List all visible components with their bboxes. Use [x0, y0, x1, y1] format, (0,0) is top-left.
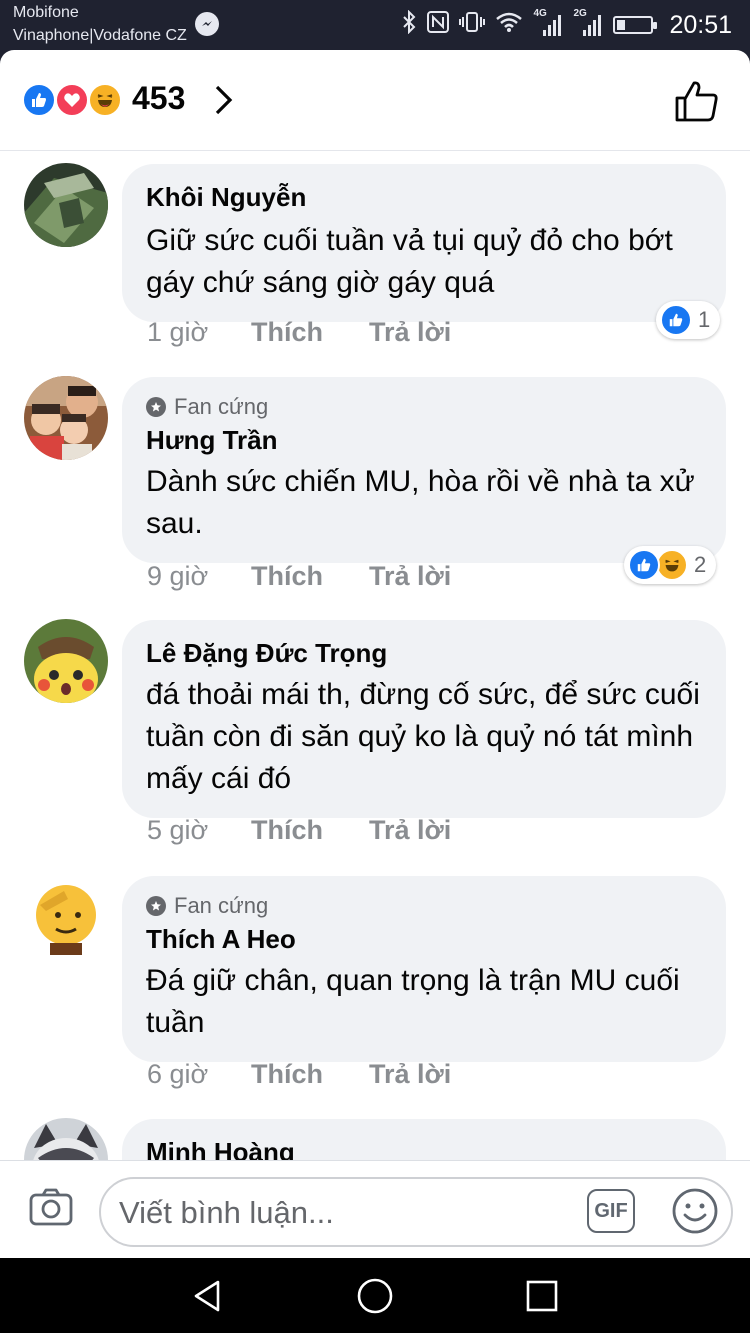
comment-composer: GIF — [0, 1160, 750, 1258]
comment-bubble[interactable]: Minh Hoàng — [122, 1119, 726, 1161]
comment-time[interactable]: 5 giờ — [147, 815, 251, 846]
back-icon[interactable] — [188, 1276, 228, 1316]
comment-time[interactable]: 1 giờ — [147, 317, 251, 348]
comment-bubble[interactable]: Khôi Nguyễn Giữ sức cuối tuần vả tụi quỷ… — [122, 164, 726, 322]
nfc-icon — [427, 11, 450, 39]
comment-actions: 9 giờ Thích Trả lời — [147, 561, 451, 592]
avatar[interactable] — [24, 376, 108, 460]
reply-link[interactable]: Trả lời — [369, 561, 451, 592]
status-icons: 4G 2G 20:51 — [401, 8, 732, 42]
comment-author[interactable]: Hưng Trần — [146, 423, 702, 457]
vibrate-icon — [459, 11, 486, 39]
comment-bubble[interactable]: Fan cứng Thích A Heo Đá giữ chân, quan t… — [122, 876, 726, 1062]
system-navigation-bar — [0, 1258, 750, 1333]
love-icon — [55, 83, 89, 117]
reply-link[interactable]: Trả lời — [369, 1059, 451, 1090]
like-link[interactable]: Thích — [251, 561, 369, 592]
reaction-count: 453 — [132, 80, 186, 116]
comment-input-container[interactable]: GIF — [99, 1177, 733, 1247]
like-icon — [22, 83, 56, 117]
haha-icon — [88, 83, 122, 117]
chevron-right-icon[interactable] — [208, 82, 240, 118]
battery-icon — [613, 16, 658, 34]
like-link[interactable]: Thích — [251, 815, 369, 846]
like-link[interactable]: Thích — [251, 1059, 369, 1090]
carrier-secondary: Vinaphone|Vodafone CZ — [13, 27, 187, 44]
carrier-primary: Mobifone — [13, 4, 79, 21]
reactions-summary[interactable]: 453 — [0, 50, 750, 151]
home-icon[interactable] — [355, 1276, 395, 1316]
badge-label: Fan cứng — [174, 394, 269, 419]
fan-badge: Fan cứng — [146, 892, 702, 920]
comment-text: Đá giữ chân, quan trọng là trận MU cuối … — [146, 964, 680, 1039]
avatar[interactable] — [24, 875, 108, 959]
reaction-count: 1 — [698, 307, 711, 332]
signal-2g-icon: 2G — [573, 8, 603, 38]
avatar[interactable] — [24, 1118, 108, 1161]
comment-author[interactable]: Khôi Nguyễn — [146, 180, 702, 214]
comment-reactions[interactable]: 1 — [656, 301, 721, 339]
haha-icon — [656, 549, 688, 581]
recents-icon[interactable] — [522, 1276, 562, 1316]
like-icon — [628, 549, 660, 581]
comment-text: Dành sức chiến MU, hòa rồi về nhà ta xử … — [146, 465, 695, 540]
comment-input[interactable] — [117, 1191, 571, 1235]
comment-list[interactable]: Khôi Nguyễn Giữ sức cuối tuần vả tụi quỷ… — [0, 151, 750, 1161]
comment-actions: 5 giờ Thích Trả lời — [147, 815, 451, 846]
star-badge-icon — [146, 397, 166, 417]
like-thumb-icon[interactable] — [674, 78, 720, 124]
signal-4g-icon: 4G — [533, 8, 563, 38]
messenger-icon — [195, 12, 219, 36]
status-bar: Mobifone Vinaphone|Vodafone CZ 4G 2G 20:… — [0, 0, 750, 50]
comment-author[interactable]: Minh Hoàng — [146, 1135, 702, 1161]
avatar[interactable] — [24, 163, 108, 247]
gif-button[interactable]: GIF — [587, 1189, 635, 1233]
status-clock: 20:51 — [669, 10, 732, 39]
like-link[interactable]: Thích — [251, 317, 369, 348]
reaction-count: 2 — [694, 552, 707, 577]
comment-time[interactable]: 6 giờ — [147, 1059, 251, 1090]
fan-badge: Fan cứng — [146, 393, 702, 421]
star-badge-icon — [146, 896, 166, 916]
wifi-icon — [495, 11, 523, 39]
comment-reactions[interactable]: 2 — [624, 546, 717, 584]
reply-link[interactable]: Trả lời — [369, 815, 451, 846]
comment-bubble[interactable]: Fan cứng Hưng Trần Dành sức chiến MU, hò… — [122, 377, 726, 563]
like-icon — [660, 304, 692, 336]
camera-icon[interactable] — [28, 1187, 74, 1227]
avatar[interactable] — [24, 619, 108, 703]
comments-sheet: 453 Khôi Nguyễn Giữ sức cuối tuần vả tụi… — [0, 50, 750, 1258]
comment-time[interactable]: 9 giờ — [147, 561, 251, 592]
badge-label: Fan cứng — [174, 893, 269, 918]
bluetooth-icon — [401, 9, 417, 40]
comment-author[interactable]: Thích A Heo — [146, 922, 702, 956]
comment-bubble[interactable]: Lê Đặng Đức Trọng đá thoải mái th, đừng … — [122, 620, 726, 818]
comment-text: Giữ sức cuối tuần vả tụi quỷ đỏ cho bớt … — [146, 224, 673, 299]
reply-link[interactable]: Trả lời — [369, 317, 451, 348]
emoji-icon[interactable] — [671, 1187, 719, 1235]
comment-text: đá thoải mái th, đừng cố sức, để sức cuố… — [146, 678, 700, 795]
comment-actions: 1 giờ Thích Trả lời — [147, 317, 451, 348]
comment-actions: 6 giờ Thích Trả lời — [147, 1059, 451, 1090]
comment-author[interactable]: Lê Đặng Đức Trọng — [146, 636, 702, 670]
